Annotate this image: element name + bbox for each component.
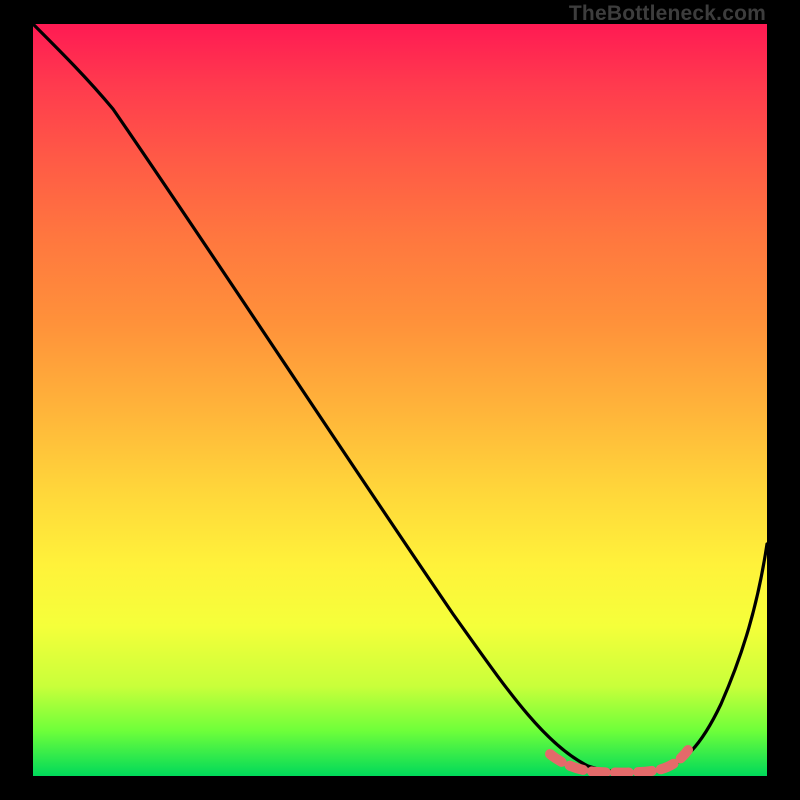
chart-curve [33, 24, 767, 776]
highlight-minimum [550, 750, 688, 773]
bottleneck-curve-line [33, 24, 767, 772]
attribution-label: TheBottleneck.com [569, 2, 766, 26]
chart-frame [33, 24, 767, 776]
